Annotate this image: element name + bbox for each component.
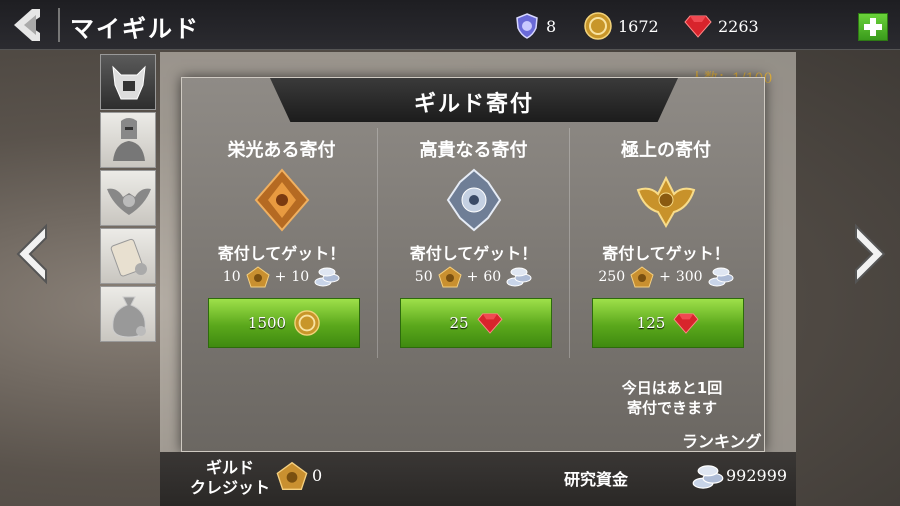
add-currency-button[interactable] — [858, 13, 888, 41]
currency-badges: 8 — [514, 13, 556, 39]
remaining-line-1: 今日はあと1回 — [621, 379, 723, 397]
ranking-link[interactable]: ランキング — [682, 428, 762, 452]
plus-sign: + — [274, 269, 287, 285]
guild-credit-value: 0 — [312, 466, 323, 485]
donation-option-glory: 栄光ある寄付 寄付してゲット！ 10 + 10 1500 — [186, 128, 378, 358]
donate-supreme-button[interactable]: 125 — [592, 298, 744, 348]
prev-page-button[interactable] — [12, 222, 52, 286]
ruby-count: 2263 — [718, 16, 759, 36]
fund-amount: 300 — [675, 269, 703, 285]
money-bag-icon — [112, 296, 146, 338]
guild-credit-icon — [438, 266, 462, 288]
silver-coins-icon — [692, 465, 724, 489]
modal-header: ギルド寄付 — [270, 78, 678, 122]
credit-label-line-2: クレジット — [190, 478, 271, 497]
plus-icon — [864, 18, 882, 36]
gold-winged-emblem-icon — [636, 175, 696, 229]
option-reward: 250 + 300 — [570, 266, 762, 288]
option-get-label: 寄付してゲット！ — [409, 244, 538, 263]
ruby-gem-icon — [477, 313, 503, 334]
sidebar-item-guild[interactable] — [100, 54, 156, 110]
plus-sign: + — [466, 269, 479, 285]
horned-helm-icon — [112, 65, 146, 100]
fund-amount: 10 — [291, 269, 310, 285]
ruby-gem-icon — [684, 15, 712, 38]
next-page-button[interactable] — [850, 222, 890, 286]
donation-modal: ギルド寄付 栄光ある寄付 寄付してゲット！ 10 + 10 1500 高貴なる寄… — [181, 77, 765, 452]
title-divider — [58, 8, 60, 42]
credit-amount: 50 — [414, 269, 433, 285]
research-fund-label: 研究資金 — [564, 470, 629, 489]
option-reward: 50 + 60 — [378, 266, 569, 288]
back-arrow-icon — [14, 9, 40, 41]
guild-credit-label: ギルド クレジット — [190, 458, 270, 498]
badge-count: 8 — [546, 16, 557, 36]
option-get-label: 寄付してゲット！ — [602, 244, 730, 263]
option-title: 極上の寄付 — [621, 140, 711, 161]
chevron-left-icon — [16, 223, 47, 285]
knight-bust-icon — [113, 118, 145, 161]
guild-credit-icon — [630, 266, 654, 288]
modal-title: ギルド寄付 — [413, 92, 534, 117]
scroll-icon — [110, 238, 147, 277]
cost-value: 25 — [449, 314, 469, 332]
plus-sign: + — [659, 269, 671, 285]
gold-count: 1672 — [618, 16, 659, 36]
remaining-donations: 今日はあと1回 寄付できます — [584, 378, 760, 418]
donate-noble-button[interactable]: 25 — [400, 298, 552, 348]
research-fund-value: 992999 — [726, 466, 788, 485]
donation-option-supreme: 極上の寄付 寄付してゲット！ 250 + 300 125 — [570, 128, 762, 358]
remaining-line-2: 寄付できます — [626, 399, 717, 417]
silver-coins-icon — [506, 267, 532, 287]
option-title: 高貴なる寄付 — [419, 140, 528, 161]
gold-coin-icon — [294, 310, 320, 336]
bottom-bar: ギルド クレジット 0 研究資金 992999 — [160, 452, 796, 506]
guild-credit-icon — [246, 266, 270, 288]
gold-coin-icon — [584, 12, 612, 40]
currency-gold: 1672 — [584, 12, 659, 40]
donation-option-noble: 高貴なる寄付 寄付してゲット！ 50 + 60 25 — [378, 128, 570, 358]
page-title: マイギルド — [70, 15, 200, 43]
cost-value: 125 — [636, 314, 666, 332]
option-title: 栄光ある寄付 — [227, 140, 336, 161]
guild-sidebar — [100, 52, 158, 452]
option-get-label: 寄付してゲット！ — [217, 244, 346, 263]
shield-badge-icon — [516, 13, 538, 39]
option-reward: 10 + 10 — [186, 266, 377, 288]
sidebar-item-donation[interactable] — [100, 286, 156, 342]
guild-credit-icon — [276, 461, 308, 490]
back-button[interactable] — [10, 7, 54, 43]
currency-ruby: 2263 — [684, 13, 759, 39]
bronze-emblem-icon — [254, 168, 310, 232]
chevron-right-icon — [855, 223, 886, 285]
credit-amount: 250 — [598, 269, 626, 285]
silver-emblem-icon — [446, 168, 502, 232]
ruby-gem-icon — [673, 313, 699, 334]
sidebar-item-emblem[interactable] — [100, 170, 156, 226]
sidebar-item-members[interactable] — [100, 112, 156, 168]
top-bar: マイギルド 8 1672 2263 — [0, 0, 900, 50]
credit-amount: 10 — [222, 269, 241, 285]
winged-emblem-icon — [107, 188, 151, 215]
silver-coins-icon — [708, 267, 734, 287]
cost-value: 1500 — [247, 314, 287, 332]
credit-label-line-1: ギルド — [205, 458, 254, 477]
fund-amount: 60 — [483, 269, 502, 285]
donate-glory-button[interactable]: 1500 — [208, 298, 360, 348]
silver-coins-icon — [314, 267, 340, 287]
sidebar-item-scroll[interactable] — [100, 228, 156, 284]
